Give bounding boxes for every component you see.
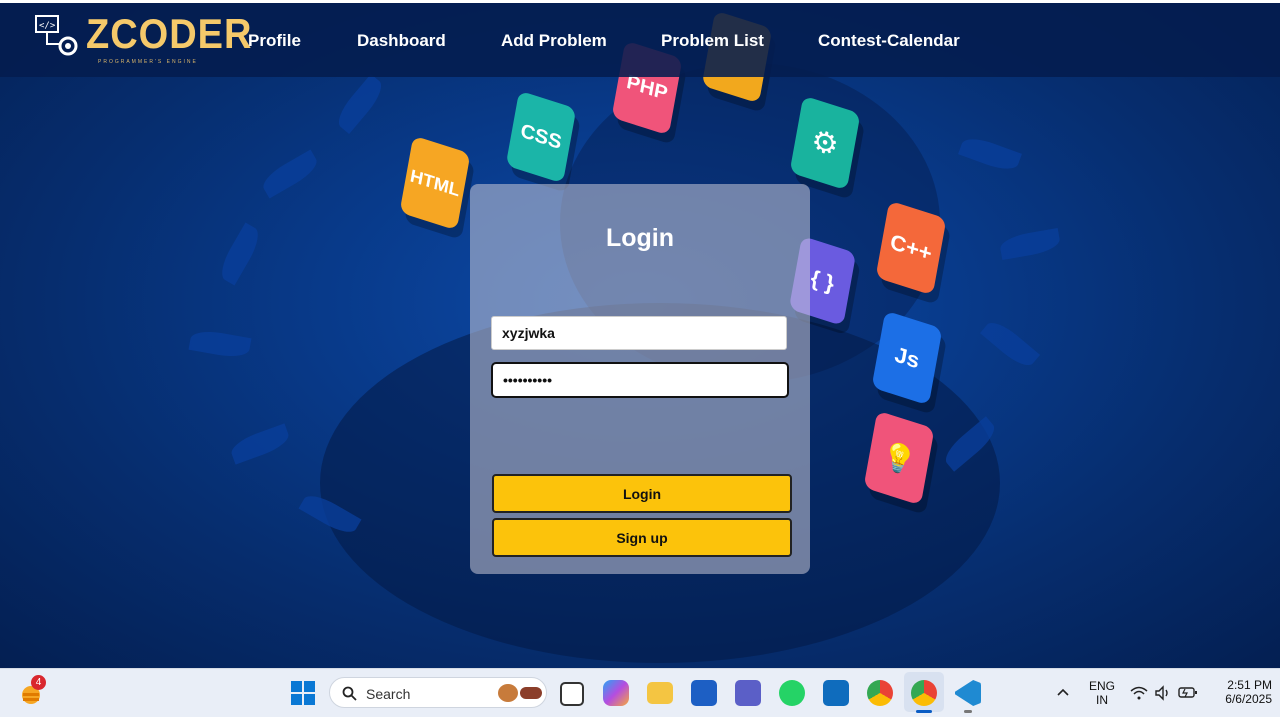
- svg-text:</>: </>: [39, 21, 56, 31]
- page-background: HTML CSS PHP ⚙ C++ { } Js 💡 </> ZCODER P…: [0, 3, 1280, 668]
- leaf-decoration: [958, 133, 1022, 175]
- signup-button[interactable]: Sign up: [492, 518, 792, 557]
- leaf-decoration: [258, 149, 322, 199]
- leaf-decoration: [215, 222, 265, 286]
- weather-widget[interactable]: 4: [18, 675, 46, 707]
- running-indicator: [964, 710, 972, 713]
- password-field[interactable]: [491, 362, 789, 398]
- nav-add-problem[interactable]: Add Problem: [501, 31, 607, 51]
- login-card: Login Login Sign up: [470, 184, 810, 574]
- teams-icon[interactable]: [735, 680, 761, 706]
- chrome-active-icon: [911, 680, 937, 706]
- logo[interactable]: </> ZCODER PROGRAMMER'S ENGINE: [34, 12, 251, 65]
- search-placeholder: Search: [366, 686, 411, 702]
- start-icon[interactable]: [291, 681, 315, 705]
- store-icon[interactable]: [691, 680, 717, 706]
- chrome-active-tab[interactable]: [904, 672, 944, 713]
- html-tile: HTML: [399, 135, 471, 231]
- file-explorer-icon[interactable]: [647, 682, 673, 704]
- copilot-icon[interactable]: [603, 680, 629, 706]
- code-gear-icon: </>: [35, 15, 78, 56]
- task-view-icon[interactable]: [560, 682, 584, 706]
- css-tile: CSS: [505, 90, 577, 184]
- logo-tagline: PROGRAMMER'S ENGINE: [98, 59, 198, 65]
- leaf-decoration: [228, 423, 292, 465]
- battery-icon[interactable]: [1178, 686, 1198, 699]
- leaf-decoration: [979, 316, 1041, 372]
- leaf-decoration: [998, 227, 1062, 261]
- login-button[interactable]: Login: [492, 474, 792, 513]
- language-indicator[interactable]: ENG IN: [1086, 679, 1118, 707]
- search-icon: [342, 686, 357, 701]
- nav-problem-list[interactable]: Problem List: [661, 31, 764, 51]
- nav-contest-calendar[interactable]: Contest-Calendar: [818, 31, 960, 51]
- search-highlight-icon: [498, 684, 518, 702]
- notification-badge: 4: [31, 675, 46, 690]
- wifi-icon[interactable]: [1130, 686, 1148, 700]
- chevron-up-icon[interactable]: [1056, 687, 1070, 697]
- nav-profile[interactable]: Profile: [248, 31, 301, 51]
- navbar: </> ZCODER PROGRAMMER'S ENGINE Profile D…: [0, 3, 1280, 77]
- search-highlight-icon: [520, 687, 542, 699]
- vscode-icon[interactable]: [955, 680, 981, 706]
- clock-time: 2:51 PM: [1227, 678, 1272, 692]
- chrome-icon[interactable]: [867, 680, 893, 706]
- clock-date: 6/6/2025: [1225, 692, 1272, 706]
- login-title: Login: [605, 224, 675, 252]
- leaf-decoration: [188, 327, 252, 361]
- logo-text: ZCODER: [86, 11, 253, 59]
- nav-dashboard[interactable]: Dashboard: [357, 31, 446, 51]
- clock[interactable]: 2:51 PM 6/6/2025: [1206, 678, 1272, 706]
- language-region: IN: [1096, 693, 1108, 707]
- whatsapp-icon[interactable]: [779, 680, 805, 706]
- username-field[interactable]: [491, 316, 787, 350]
- language-code: ENG: [1088, 679, 1115, 693]
- taskbar: 4 Search ENG IN 2:51 PM 6/6/2025: [0, 668, 1280, 717]
- leaf-decoration: [332, 73, 388, 135]
- volume-icon[interactable]: [1154, 685, 1172, 701]
- outlook-icon[interactable]: [823, 680, 849, 706]
- taskbar-search[interactable]: Search: [329, 677, 547, 708]
